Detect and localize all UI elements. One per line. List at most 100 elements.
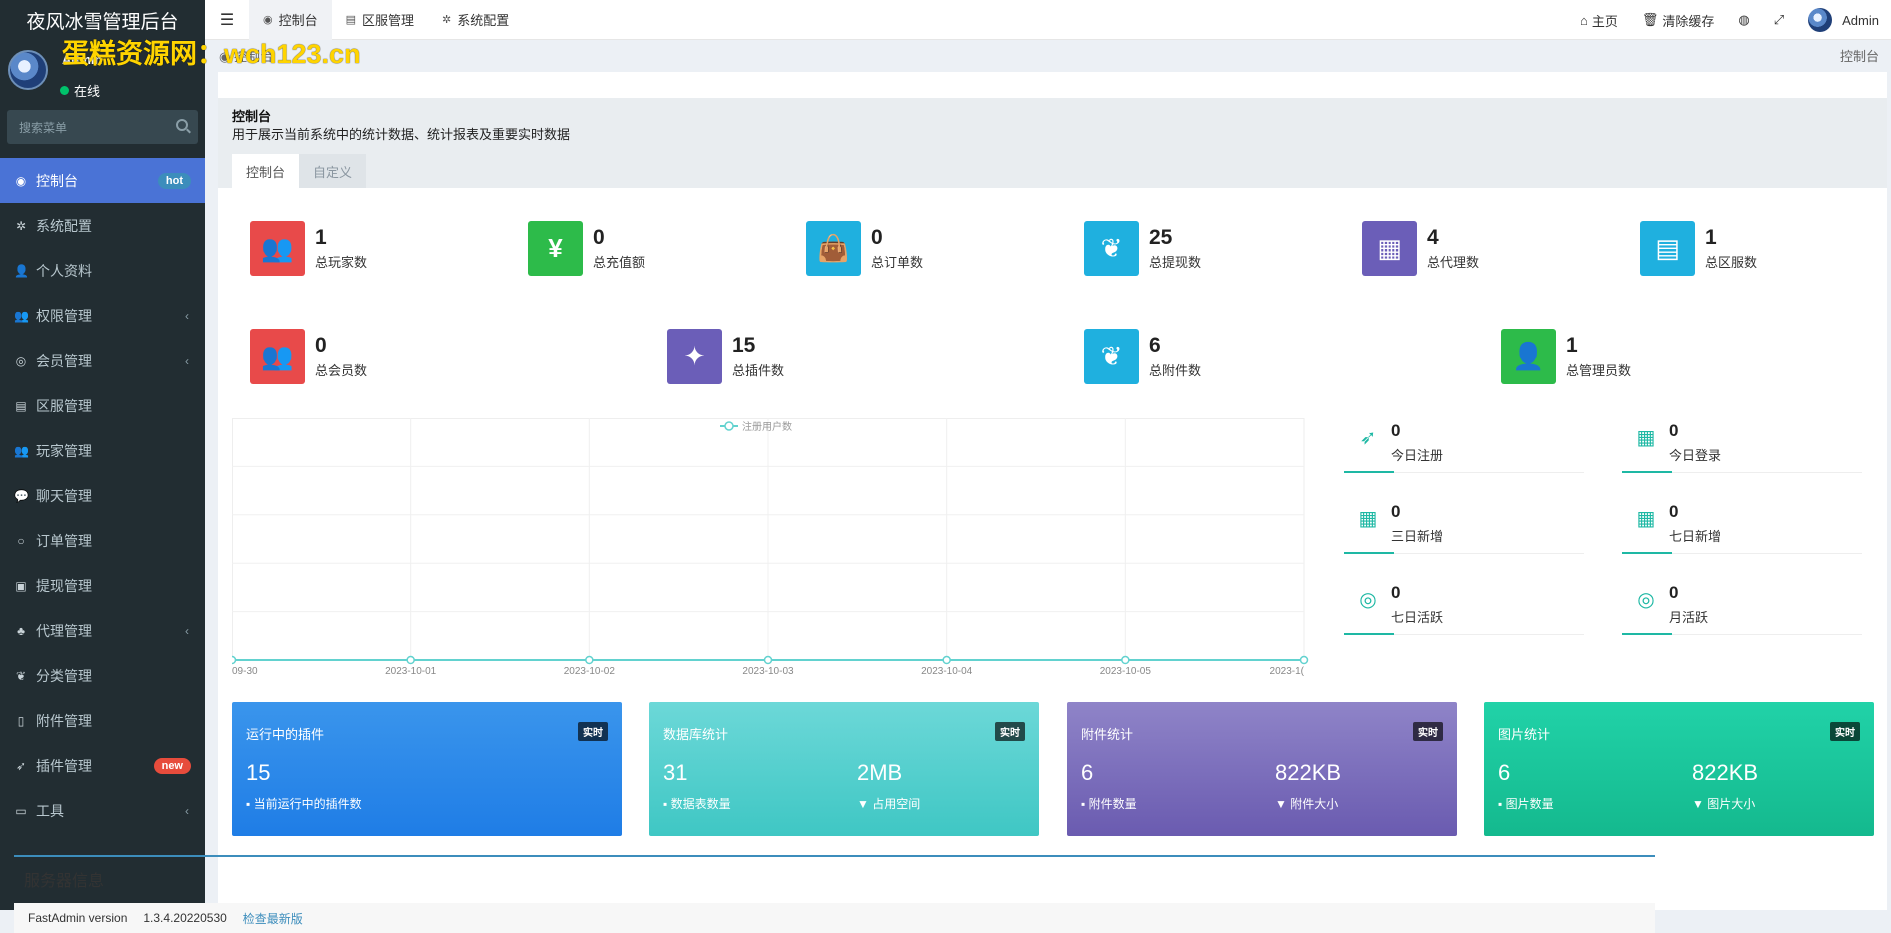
clear-cache-label: 清除缓存 <box>1662 13 1715 29</box>
stat-label: 总玩家数 <box>315 255 368 270</box>
translate-button[interactable]: ◍ <box>1726 0 1761 40</box>
watermark: 蛋糕资源网：wch123.cn <box>62 39 361 69</box>
stat-label: 总会员数 <box>315 363 368 378</box>
summary-card: 数据库统计 实时 31 ▪ 数据表数量 2MB ▼ 占用空间 <box>649 702 1039 836</box>
sidebar-item-label: 聊天管理 <box>36 487 92 504</box>
data-point[interactable] <box>1121 655 1130 665</box>
sidebar-item-label: 会员管理 <box>36 352 92 369</box>
sidebar-search[interactable]: 搜索菜单 <box>7 110 198 144</box>
page-title: 控制台 <box>232 109 272 124</box>
card-label: ▪ 当前运行中的插件数 <box>246 795 362 812</box>
dashboard-icon: ◉ <box>15 173 27 188</box>
x-tick-label: 2023-10-04 <box>921 666 973 677</box>
sidebar-item[interactable]: 👥 玩家管理 <box>0 428 205 473</box>
clear-cache-button[interactable]: 🗑 清除缓存 <box>1630 0 1727 40</box>
tree-icon: ♣ <box>17 623 25 638</box>
mini-stat-value: 0 <box>1391 421 1401 440</box>
sidebar-item[interactable]: ♣ 代理管理 ‹ <box>0 608 205 653</box>
search-icon[interactable] <box>176 119 188 131</box>
stat-text: 4 总代理数 <box>1427 226 1479 271</box>
calendar-plus-icon: ▦ <box>1636 507 1656 530</box>
sidebar-item-label: 插件管理 <box>36 757 92 774</box>
sidebar: 夜风冰雪管理后台 Admin 在线 搜索菜单 ◉ 控制台 hot ✲ 系统配置 👤 个人资料… <box>0 0 205 910</box>
sidebar-item[interactable]: ◉ 控制台 hot <box>0 158 205 203</box>
stat-box: ▤ 1 总区服数 <box>1640 221 1757 276</box>
filter-icon: ▼ <box>857 797 873 811</box>
tab-console[interactable]: 控制台 <box>232 154 300 188</box>
stat-text: 6 总附件数 <box>1149 334 1201 379</box>
mini-stat-value: 0 <box>1391 583 1401 602</box>
chevron-left-icon: ‹ <box>185 623 189 638</box>
tab-custom[interactable]: 自定义 <box>299 154 367 188</box>
server-info-title: 服务器信息 <box>24 873 105 890</box>
card-number: 822KB <box>1275 760 1342 785</box>
summary-card: 运行中的插件 实时 15 ▪ 当前运行中的插件数 <box>232 702 622 836</box>
fullscreen-button[interactable]: ⤢ <box>1762 0 1796 40</box>
home-link[interactable]: ⌂ 主页 <box>1568 0 1630 40</box>
group-icon: 👥 <box>14 308 29 323</box>
card-label-text: 图片数量 <box>1505 797 1554 811</box>
server-row-label: FastAdmin version <box>28 911 128 925</box>
data-point[interactable] <box>406 655 415 665</box>
sidebar-item[interactable]: ✲ 系统配置 <box>0 203 205 248</box>
server-row-value: 1.3.4.20220530 <box>143 911 227 925</box>
id-card-icon: ▦ <box>1636 426 1656 449</box>
legend-label[interactable]: 注册用户数 <box>742 420 792 433</box>
data-point[interactable] <box>1299 655 1309 665</box>
leaf-icon: ❦ <box>1084 329 1139 384</box>
stat-text: 15 总插件数 <box>732 334 784 379</box>
leaf-icon: ❦ <box>1084 221 1139 276</box>
mini-stat: ◎ 0 月活跃 <box>1622 579 1872 635</box>
mini-stat-label: 今日注册 <box>1391 448 1444 463</box>
stat-text: 0 总充值额 <box>593 226 645 271</box>
divider <box>1622 471 1862 473</box>
users-icon: 👥 <box>250 221 305 276</box>
avatar[interactable] <box>8 50 48 90</box>
sidebar-item-label: 代理管理 <box>36 622 92 639</box>
stat-label: 总管理员数 <box>1566 363 1632 378</box>
mini-stat-label: 今日登录 <box>1669 448 1722 463</box>
sidebar-item[interactable]: ➶ 插件管理 new <box>0 743 205 788</box>
breadcrumb-right[interactable]: 控制台 <box>1840 46 1879 65</box>
sidebar-item[interactable]: ◎ 会员管理 ‹ <box>0 338 205 383</box>
card-label-text: 图片大小 <box>1707 797 1756 811</box>
stat-box: ❦ 6 总附件数 <box>1084 329 1201 384</box>
data-point[interactable] <box>942 655 951 665</box>
check-update-link[interactable]: 检查最新版 <box>243 910 303 927</box>
sidebar-item[interactable]: 👥 权限管理 ‹ <box>0 293 205 338</box>
x-tick-label: 2023-1( <box>1270 666 1305 677</box>
x-tick-label: 2023-10-03 <box>742 666 794 677</box>
card-number: 822KB <box>1692 760 1759 785</box>
stat-text: 0 总会员数 <box>315 334 367 379</box>
sidebar-item[interactable]: ▯ 附件管理 <box>0 698 205 743</box>
search-input[interactable]: 搜索菜单 <box>19 119 67 136</box>
admin-menu[interactable]: Admin <box>1796 0 1891 40</box>
sidebar-item[interactable]: ▭ 工具 ‹ <box>0 788 205 833</box>
sidebar-item[interactable]: ❦ 分类管理 <box>0 653 205 698</box>
x-tick-label: 2023-10-02 <box>564 666 616 677</box>
sidebar-item[interactable]: ▣ 提现管理 <box>0 563 205 608</box>
stat-box: ¥0 总充值额 <box>528 221 645 276</box>
mini-stat-value: 0 <box>1669 421 1679 440</box>
sidebar-item[interactable]: ○ 订单管理 <box>0 518 205 563</box>
leaf-icon: ❦ <box>15 668 27 683</box>
data-point[interactable] <box>232 655 237 665</box>
stat-value: 0 <box>315 334 327 357</box>
realtime-badge: 实时 <box>578 722 608 741</box>
data-point[interactable] <box>585 655 594 665</box>
user-status-label: 在线 <box>74 84 101 99</box>
stat-label: 总插件数 <box>732 363 785 378</box>
menu-toggle-icon[interactable]: ☰ <box>205 10 249 30</box>
stat-text: 1 总管理员数 <box>1566 334 1631 379</box>
tab-label: 控制台 <box>278 13 318 28</box>
sidebar-item[interactable]: ▤ 区服管理 <box>0 383 205 428</box>
sidebar-item[interactable]: 👤 个人资料 <box>0 248 205 293</box>
sidebar-item[interactable]: 💬 聊天管理 <box>0 473 205 518</box>
stat-value: 25 <box>1149 226 1173 249</box>
trash-icon: 🗑 <box>1641 12 1659 27</box>
rocket-icon: ➶ <box>15 758 27 773</box>
mini-stat-label: 月活跃 <box>1669 610 1709 625</box>
data-point[interactable] <box>763 655 773 665</box>
tab-system-config[interactable]: ✲ 系统配置 <box>428 0 523 40</box>
main-panel: 控制台 用于展示当前系统中的统计数据、统计报表及重要实时数据 控制台 自定义 👥… <box>218 72 1887 910</box>
